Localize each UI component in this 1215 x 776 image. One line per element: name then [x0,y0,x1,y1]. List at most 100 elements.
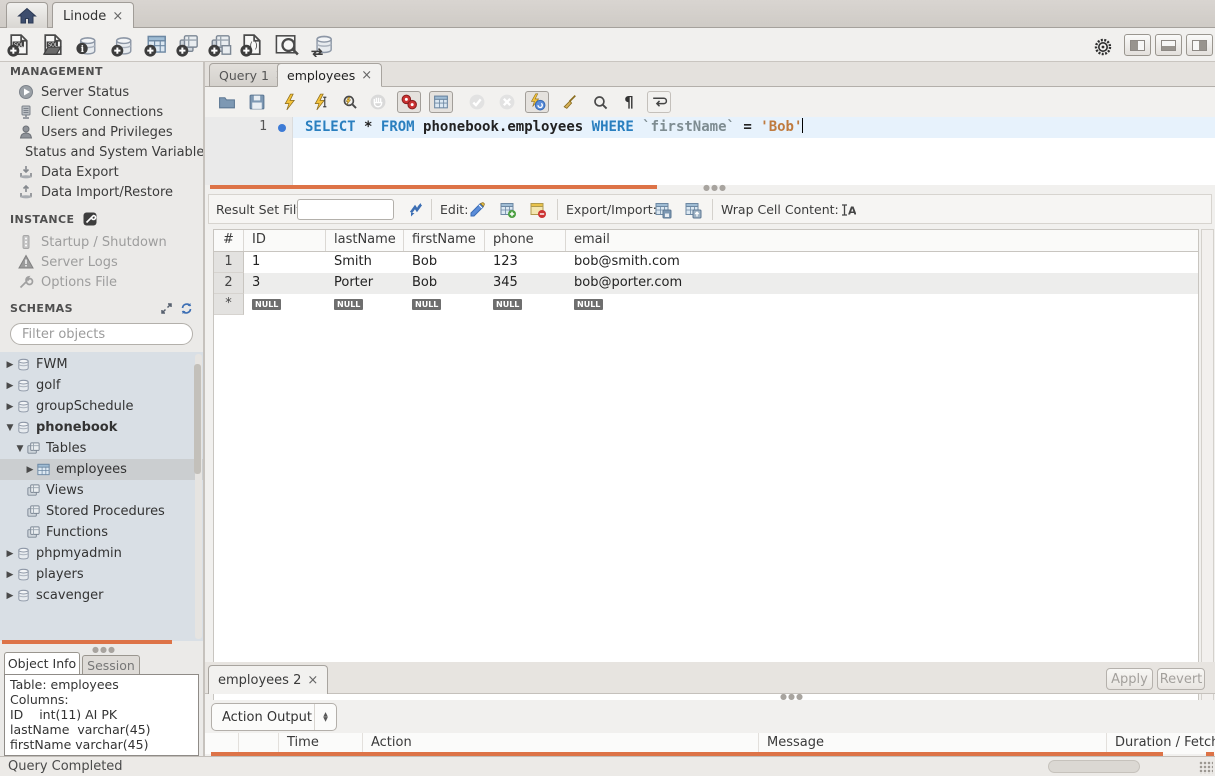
execute-current-statement-button[interactable] [308,91,332,113]
editor-result-splitter-handle[interactable]: ●●● [703,183,727,192]
schema-tree-item-phonebook[interactable]: ▼ phonebook [0,417,203,438]
schema-filter-box[interactable] [10,323,193,345]
sidebar-item-startup-shutdown[interactable]: Startup / Shutdown [18,232,203,252]
sidebar-item-server-status[interactable]: Server Status [18,82,203,102]
cell-null[interactable]: NULL [485,294,566,315]
execute-query-button[interactable] [278,91,302,113]
sidebar-item-data-import[interactable]: Data Import/Restore [18,182,203,202]
cell-firstname[interactable]: Bob [404,252,485,273]
reconnect-database-button[interactable] [309,32,335,58]
window-resize-grip[interactable] [1199,761,1213,774]
wrap-cell-content-icon[interactable]: A [837,199,859,220]
commit-button[interactable] [465,91,489,113]
schema-tree-item-golf[interactable]: ▶ golf [0,375,203,396]
table-row[interactable]: 1 1 Smith Bob 123 bob@smith.com [214,252,1198,273]
column-header-lastname[interactable]: lastName [326,230,404,251]
open-script-button[interactable] [215,91,239,113]
create-table-button[interactable] [143,32,169,58]
schema-filter-input[interactable] [22,327,192,342]
refresh-schemas-icon[interactable] [180,302,193,315]
revert-button[interactable]: Revert [1157,668,1205,690]
expand-arrow-icon[interactable]: ▶ [24,465,36,475]
column-header-phone[interactable]: phone [485,230,566,251]
create-schema-button[interactable] [110,32,136,58]
column-header-firstname[interactable]: firstName [404,230,485,251]
tab-session[interactable]: Session [82,655,140,674]
close-icon[interactable]: × [112,10,123,23]
create-function-button[interactable]: () [239,32,265,58]
sidebar-item-status-variables[interactable]: Status and System Variables [18,142,203,162]
sidebar-item-data-export[interactable]: Data Export [18,162,203,182]
edit-record-icon[interactable] [467,199,489,220]
expand-schemas-icon[interactable] [160,302,173,315]
dropdown-spinner[interactable]: ▲ ▼ [314,704,336,730]
connection-tab[interactable]: Linode × [52,2,134,29]
find-button[interactable] [588,91,612,113]
tree-scrollbar[interactable] [195,354,202,639]
expand-arrow-icon[interactable]: ▶ [4,402,16,412]
create-view-button[interactable] [175,32,201,58]
cell-id[interactable]: 1 [244,252,326,273]
toggle-left-sidebar-button[interactable] [1124,34,1151,56]
sidebar-item-server-logs[interactable]: Server Logs [18,252,203,272]
rollback-button[interactable] [495,91,519,113]
column-header-id[interactable]: ID [244,230,326,251]
toggle-right-sidebar-button[interactable] [1186,34,1213,56]
inspect-database-button[interactable]: i [74,32,100,58]
cell-lastname[interactable]: Porter [326,273,404,294]
schema-tree-item-stored-procedures[interactable]: Stored Procedures [0,501,203,522]
cell-firstname[interactable]: Bob [404,273,485,294]
output-col-action[interactable]: Action [363,733,759,754]
cell-id[interactable]: 3 [244,273,326,294]
schema-tree-item-scavenger[interactable]: ▶ scavenger [0,585,203,606]
new-query-tab-button[interactable]: SQL [6,32,32,58]
beautify-script-button[interactable] [558,91,582,113]
cell-null[interactable]: NULL [404,294,485,315]
cell-null[interactable]: NULL [566,294,1198,315]
limit-rows-button[interactable] [429,91,453,113]
schema-tree-item-employees[interactable]: ▶ employees [0,459,203,480]
refresh-results-icon[interactable] [405,199,427,220]
cell-email[interactable]: bob@smith.com [566,252,1198,273]
column-header-email[interactable]: email [566,230,1198,251]
tab-object-info[interactable]: Object Info [4,652,80,674]
output-col-message[interactable]: Message [759,733,1107,754]
export-recordset-icon[interactable] [652,199,674,220]
tab-employees-2[interactable]: employees 2 × [208,665,328,694]
cell-null[interactable]: NULL [326,294,404,315]
cell-phone[interactable]: 345 [485,273,566,294]
column-header-rownum[interactable]: # [214,230,244,251]
apply-button[interactable]: Apply [1106,668,1153,690]
toggle-autocommit-button[interactable] [525,91,549,113]
sidebar-item-users-privileges[interactable]: Users and Privileges [18,122,203,142]
output-selector-dropdown[interactable]: Action Output ▲ ▼ [211,703,337,731]
close-icon[interactable]: × [361,69,372,82]
output-col-duration[interactable]: Duration / Fetch [1107,733,1215,754]
search-table-data-button[interactable] [274,32,300,58]
schema-tree-item-tables[interactable]: ▼ Tables [0,438,203,459]
sidebar-splitter-handle[interactable]: ●●● [92,645,116,654]
output-col-time[interactable]: Time [279,733,363,754]
show-invisibles-button[interactable]: ¶ [617,91,641,113]
expand-arrow-icon[interactable]: ▶ [4,549,16,559]
tab-employees[interactable]: employees × [277,63,382,87]
insert-row-icon[interactable] [497,199,519,220]
expand-arrow-icon[interactable]: ▶ [4,381,16,391]
collapse-arrow-icon[interactable]: ▼ [4,423,16,433]
toggle-word-wrap-button[interactable] [647,91,671,113]
cell-null[interactable]: NULL [244,294,326,315]
toggle-stop-on-error-button[interactable] [397,91,421,113]
table-new-row[interactable]: * NULL NULL NULL NULL NULL [214,294,1198,315]
close-icon[interactable]: × [307,674,318,687]
horizontal-scrollbar-thumb[interactable] [1048,760,1140,773]
schema-tree-item-phpmyadmin[interactable]: ▶ phpmyadmin [0,543,203,564]
collapse-arrow-icon[interactable]: ▼ [14,444,26,454]
cell-email[interactable]: bob@porter.com [566,273,1198,294]
schema-tree-item-fwm[interactable]: ▶ FWM [0,354,203,375]
stop-query-button[interactable] [366,91,390,113]
delete-row-icon[interactable] [527,199,549,220]
preferences-gear-icon[interactable] [1090,34,1116,60]
open-sql-file-button[interactable]: SQL [40,32,66,58]
schema-tree-item-groupschedule[interactable]: ▶ groupSchedule [0,396,203,417]
toggle-output-area-button[interactable] [1155,34,1182,56]
